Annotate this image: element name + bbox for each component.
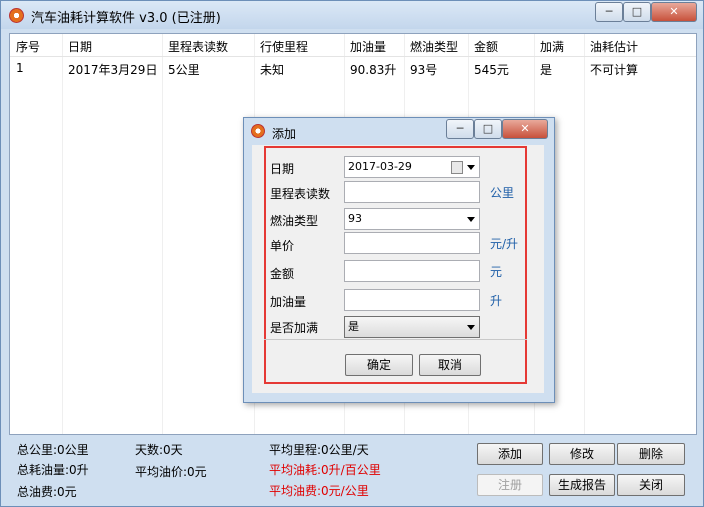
col-header-date[interactable]: 日期 — [68, 38, 92, 55]
col-header-amount[interactable]: 金额 — [474, 38, 498, 55]
unit-price-unit: 元/升 — [490, 237, 519, 251]
full-tank-value: 是 — [348, 320, 359, 333]
fuel-volume-unit: 升 — [490, 294, 503, 308]
col-header-odometer[interactable]: 里程表读数 — [168, 38, 228, 55]
minimize-button[interactable]: ─ — [595, 2, 623, 22]
days: 天数:0天 — [135, 443, 183, 457]
odometer-label: 里程表读数 — [270, 187, 331, 201]
col-header-fuel-type[interactable]: 燃油类型 — [410, 38, 458, 55]
fuel-type-select[interactable]: 93 — [344, 208, 480, 230]
total-cost: 总油费:0元 — [17, 485, 77, 499]
col-header-index[interactable]: 序号 — [16, 38, 40, 55]
col-header-mileage[interactable]: 行使里程 — [260, 38, 308, 55]
summary-panel: 总公里:0公里 总耗油量:0升 总油费:0元 天数:0天 平均油价:0元 平均里… — [9, 437, 695, 503]
unit-price-label: 单价 — [270, 239, 295, 253]
table-header: 序号 日期 里程表读数 行使里程 加油量 燃油类型 金额 加满 油耗估计 — [10, 34, 696, 57]
fuel-volume-label: 加油量 — [270, 295, 307, 309]
dialog-title: 添加 — [272, 127, 297, 141]
cell-index: 1 — [16, 61, 24, 75]
dialog-close-button[interactable]: ✕ — [502, 119, 548, 139]
fuel-volume-input[interactable] — [344, 289, 480, 311]
cell-amount: 545元 — [474, 63, 509, 77]
fuel-type-value: 93 — [348, 212, 362, 225]
cell-odometer: 5公里 — [168, 63, 200, 77]
edit-button[interactable]: 修改 — [549, 443, 615, 465]
avg-consumption: 平均油耗:0升/百公里 — [269, 463, 381, 477]
dialog-maximize-button[interactable]: □ — [474, 119, 502, 139]
avg-price: 平均油价:0元 — [135, 465, 207, 479]
fuel-type-label: 燃油类型 — [270, 214, 319, 228]
chevron-down-icon[interactable] — [467, 325, 475, 330]
date-label: 日期 — [270, 162, 295, 176]
chevron-down-icon[interactable] — [467, 165, 475, 170]
avg-fuel-cost: 平均油费:0元/公里 — [269, 484, 369, 498]
full-tank-label: 是否加满 — [270, 321, 319, 335]
col-header-fuel-volume[interactable]: 加油量 — [350, 38, 386, 55]
ok-button[interactable]: 确定 — [345, 354, 413, 376]
odometer-unit: 公里 — [490, 186, 515, 200]
close-button[interactable]: 关闭 — [617, 474, 685, 496]
date-picker[interactable]: 2017-03-29 — [344, 156, 480, 178]
generate-report-button[interactable]: 生成报告 — [549, 474, 615, 496]
odometer-input[interactable] — [344, 181, 480, 203]
add-button[interactable]: 添加 — [477, 443, 543, 465]
dialog-minimize-button[interactable]: ─ — [446, 119, 474, 139]
cancel-button[interactable]: 取消 — [419, 354, 481, 376]
chevron-down-icon[interactable] — [467, 217, 475, 222]
total-fuel: 总耗油量:0升 — [17, 463, 89, 477]
amount-unit: 元 — [490, 265, 503, 279]
total-km: 总公里:0公里 — [17, 443, 89, 457]
title-bar: 汽车油耗计算软件 v3.0 (已注册) ─ □ ✕ — [1, 1, 703, 29]
delete-button[interactable]: 删除 — [617, 443, 685, 465]
amount-label: 金额 — [270, 267, 295, 281]
divider — [264, 339, 527, 340]
cell-fuel-type: 93号 — [410, 63, 438, 77]
maximize-button[interactable]: □ — [623, 2, 651, 22]
window-title: 汽车油耗计算软件 v3.0 (已注册) — [31, 11, 221, 26]
col-header-full[interactable]: 加满 — [540, 38, 564, 55]
app-icon — [9, 8, 24, 23]
cell-date: 2017年3月29日 — [68, 63, 158, 77]
full-tank-select[interactable]: 是 — [344, 316, 480, 338]
cell-fuel-volume: 90.83升 — [350, 63, 397, 77]
amount-input[interactable] — [344, 260, 480, 282]
cell-mileage: 未知 — [260, 63, 285, 77]
cell-consumption: 不可计算 — [590, 63, 639, 77]
table-row[interactable]: 1 2017年3月29日 5公里 未知 90.83升 93号 545元 是 不可… — [10, 57, 696, 79]
date-value: 2017-03-29 — [348, 160, 412, 173]
cell-full: 是 — [540, 63, 553, 77]
avg-mileage: 平均里程:0公里/天 — [269, 443, 369, 457]
app-icon — [251, 124, 265, 138]
register-button[interactable]: 注册 — [477, 474, 543, 496]
col-header-consumption[interactable]: 油耗估计 — [590, 38, 638, 55]
close-window-button[interactable]: ✕ — [651, 2, 697, 22]
unit-price-input[interactable] — [344, 232, 480, 254]
calendar-icon[interactable] — [451, 161, 463, 174]
